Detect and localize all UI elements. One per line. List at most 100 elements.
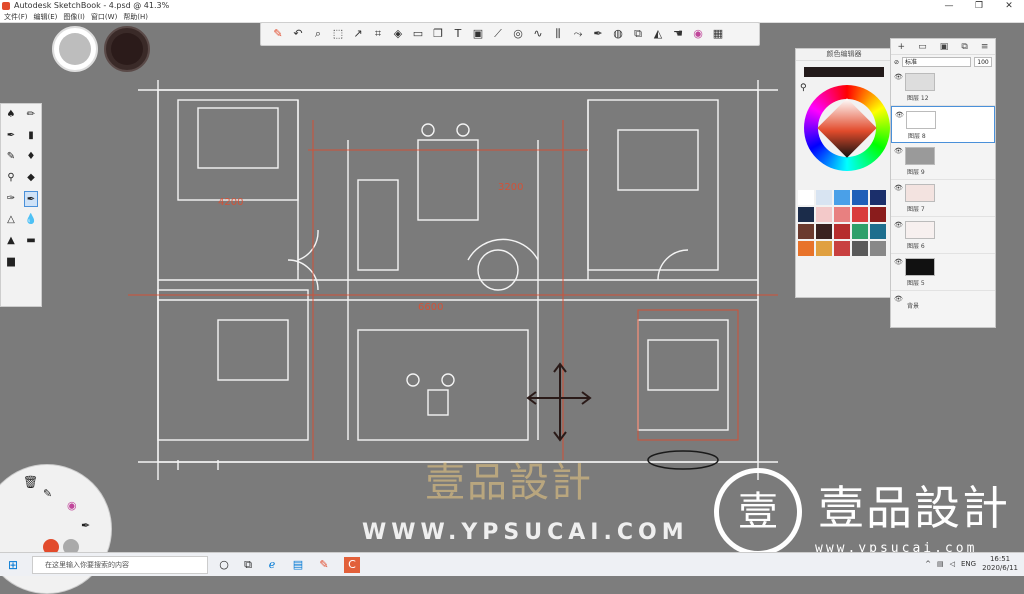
inking-pen-icon[interactable]: ✒ (4, 128, 18, 144)
clock[interactable]: 16:51 2020/6/11 (982, 555, 1018, 573)
marker-icon[interactable]: ▮ (24, 128, 38, 144)
palette-swatch[interactable] (798, 224, 814, 239)
image-icon[interactable]: ▣ (469, 25, 487, 43)
brush-icon[interactable]: ✎ (269, 25, 287, 43)
color-wheel-icon[interactable]: ◉ (67, 499, 77, 512)
trash-icon[interactable]: 🗑 (23, 475, 38, 489)
layer-row[interactable]: 👁 图层 9 (891, 143, 995, 180)
pen-icon[interactable]: ✒ (81, 519, 90, 532)
palette-swatch[interactable] (834, 241, 850, 256)
task-view-icon[interactable]: ⧉ (240, 557, 256, 573)
distort-icon[interactable]: ◈ (389, 25, 407, 43)
maximize-button[interactable]: ❐ (964, 0, 994, 12)
ellipse-icon[interactable]: ◎ (509, 25, 527, 43)
drop-brush-icon[interactable]: 💧 (24, 212, 38, 228)
edge-icon[interactable]: ℯ (264, 557, 280, 573)
curve-icon[interactable]: ∿ (529, 25, 547, 43)
volume-icon[interactable]: ◁ (950, 560, 955, 568)
gradient-icon[interactable]: ◭ (649, 25, 667, 43)
eyedropper-icon[interactable]: ⚲ (800, 83, 807, 93)
text-icon[interactable]: T (449, 25, 467, 43)
triangle-brush-icon[interactable]: △ (4, 212, 18, 228)
secondary-color-swatch[interactable] (104, 26, 150, 72)
fill-icon[interactable]: ◍ (609, 25, 627, 43)
palette-swatch[interactable] (834, 190, 850, 205)
fine-pen-icon[interactable]: ✑ (4, 191, 18, 207)
layer-icon[interactable]: ❐ (429, 25, 447, 43)
eye-icon[interactable]: 👁 (894, 221, 903, 229)
hand-icon[interactable]: ☚ (669, 25, 687, 43)
zoom-icon[interactable]: ⌕ (309, 25, 327, 43)
selected-brush-icon[interactable]: ✒ (24, 191, 38, 207)
bucket-icon[interactable]: ▆ (4, 254, 18, 270)
color-wheel-icon[interactable]: ◉ (689, 25, 707, 43)
palette-swatch[interactable] (870, 241, 886, 256)
eye-icon[interactable]: 👁 (894, 295, 903, 303)
cone-brush-icon[interactable]: ▲ (4, 233, 18, 249)
folder-icon[interactable]: ▭ (918, 39, 927, 54)
pen-icon[interactable]: ✎ (4, 149, 18, 165)
eraser-icon[interactable]: ▬ (24, 233, 38, 249)
layer-row-selected[interactable]: 👁 图层 8 (891, 106, 995, 143)
palette-swatch[interactable] (852, 241, 868, 256)
primary-color-swatch[interactable] (52, 26, 98, 72)
palette-swatch[interactable] (798, 190, 814, 205)
palette-swatch[interactable] (852, 190, 868, 205)
add-layer-icon[interactable]: + (898, 39, 906, 54)
palette-swatch[interactable] (834, 207, 850, 222)
layer-row[interactable]: 👁 图层 5 (891, 254, 995, 291)
eye-icon[interactable]: 👁 (895, 111, 904, 119)
eye-icon[interactable]: 👁 (894, 73, 903, 81)
eye-icon[interactable]: 👁 (894, 184, 903, 192)
grid-icon[interactable]: ▦ (709, 25, 727, 43)
pen-icon[interactable]: ✒ (589, 25, 607, 43)
image-layer-icon[interactable]: ▣ (940, 39, 949, 54)
menu-file[interactable]: 文件(F) (4, 12, 28, 22)
palette-swatch[interactable] (816, 190, 832, 205)
brush-icon[interactable]: ✎ (43, 487, 52, 500)
color-wheel[interactable] (804, 85, 890, 171)
palette-swatch[interactable] (816, 241, 832, 256)
menu-image[interactable]: 图像(I) (63, 12, 85, 22)
minimize-button[interactable]: — (934, 0, 964, 12)
lang-indicator[interactable]: ENG (961, 560, 976, 568)
transform-icon[interactable]: ↗ (349, 25, 367, 43)
layer-row-background[interactable]: 👁 背景 (891, 291, 995, 328)
store-icon[interactable]: ▤ (290, 557, 306, 573)
menu-window[interactable]: 窗口(W) (91, 12, 117, 22)
menu-icon[interactable]: ≡ (981, 39, 989, 54)
brush-tip-icon[interactable]: ♦ (24, 149, 38, 165)
palette-swatch[interactable] (834, 224, 850, 239)
pencil-icon[interactable]: ✏ (24, 107, 38, 123)
app-c-icon[interactable]: C (344, 557, 360, 573)
close-button[interactable]: ✕ (994, 0, 1024, 12)
palette-swatch[interactable] (870, 190, 886, 205)
palette-swatch[interactable] (798, 207, 814, 222)
layer-row[interactable]: 👁 图层 7 (891, 180, 995, 217)
cortana-icon[interactable]: ○ (216, 557, 232, 573)
palette-swatch[interactable] (816, 224, 832, 239)
stroke-icon[interactable]: ⤳ (569, 25, 587, 43)
network-icon[interactable]: ▤ (937, 560, 944, 568)
palette-swatch[interactable] (816, 207, 832, 222)
airbrush-icon[interactable]: ♠ (4, 107, 18, 123)
sketchbook-icon[interactable]: ✎ (316, 557, 332, 573)
palette-swatch[interactable] (798, 241, 814, 256)
palette-swatch[interactable] (852, 207, 868, 222)
merge-icon[interactable]: ⧉ (961, 39, 967, 54)
ruler-icon[interactable]: ⟋ (489, 25, 507, 43)
eye-icon[interactable]: 👁 (894, 147, 903, 155)
eye-icon[interactable]: 👁 (894, 258, 903, 266)
crop-icon[interactable]: ⌗ (369, 25, 387, 43)
symmetry-icon[interactable]: ⫼ (549, 25, 567, 43)
menu-help[interactable]: 帮助(H) (123, 12, 148, 22)
menu-edit[interactable]: 编辑(E) (34, 12, 58, 22)
opacity-field[interactable]: 100 (974, 57, 992, 67)
paint-brush-icon[interactable]: ⚲ (4, 170, 18, 186)
copy-icon[interactable]: ⧉ (629, 25, 647, 43)
palette-swatch[interactable] (870, 224, 886, 239)
chisel-icon[interactable]: ◆ (24, 170, 38, 186)
layer-row[interactable]: 👁 图层 6 (891, 217, 995, 254)
palette-swatch[interactable] (852, 224, 868, 239)
taskbar-search-input[interactable]: 在这里输入你要搜索的内容 (32, 556, 208, 574)
